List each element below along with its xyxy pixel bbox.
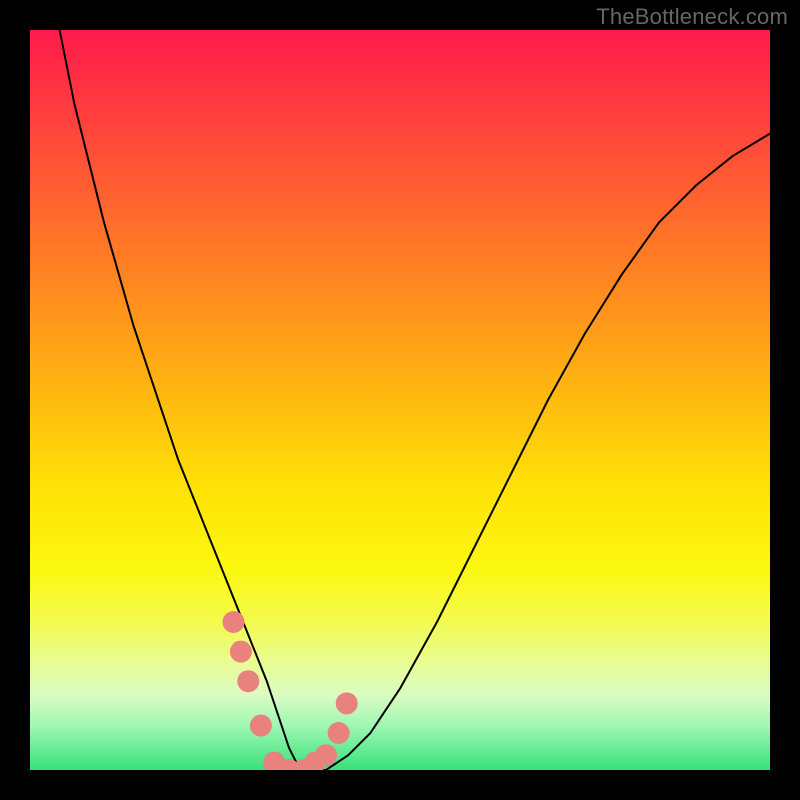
chart-frame: TheBottleneck.com <box>0 0 800 800</box>
bottleneck-curve-path <box>60 30 770 770</box>
watermark-text: TheBottleneck.com <box>596 4 788 30</box>
highlight-dot <box>223 611 245 633</box>
curve-svg <box>30 30 770 770</box>
highlight-dot <box>250 715 272 737</box>
highlight-dot <box>315 744 337 766</box>
highlight-dot <box>328 722 350 744</box>
highlight-dot <box>336 692 358 714</box>
highlight-dot <box>230 641 252 663</box>
plot-area <box>30 30 770 770</box>
highlight-dot <box>237 670 259 692</box>
highlight-dots-group <box>223 611 358 770</box>
bottleneck-curve-line <box>60 30 770 770</box>
